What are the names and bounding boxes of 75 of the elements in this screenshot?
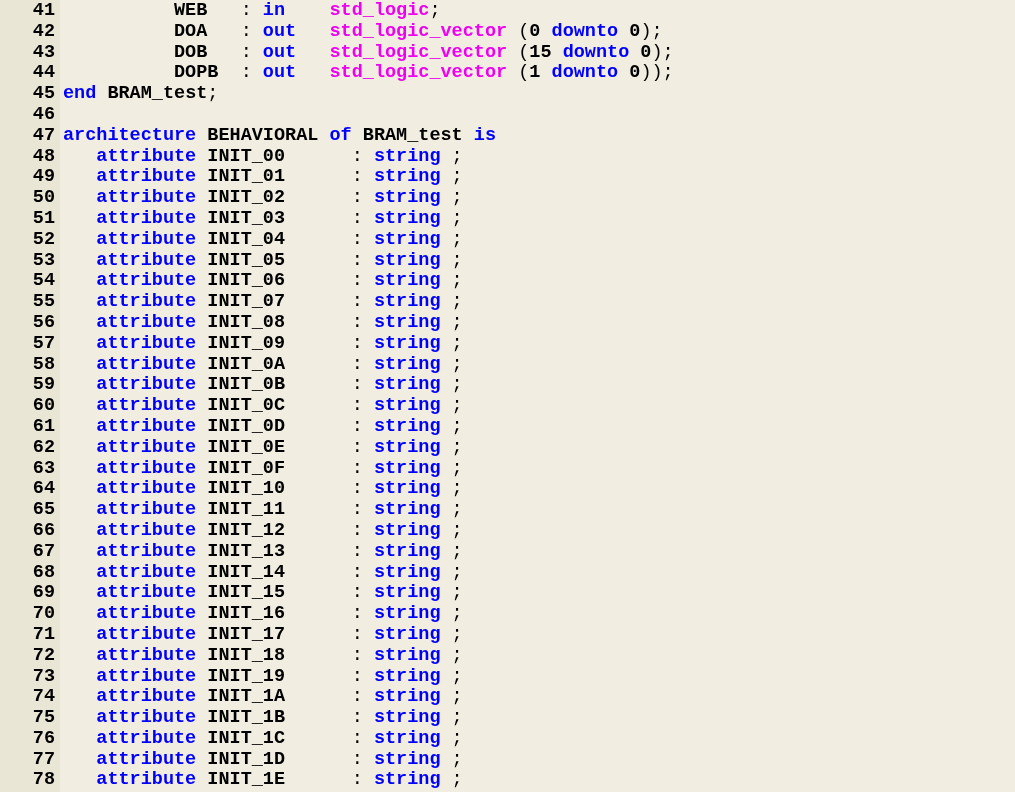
code-line: attribute INIT_08 : string ; [95,311,463,333]
line-number: 51 [31,208,56,230]
line-number: 60 [31,396,56,417]
line-number: 68 [31,562,56,584]
line-number: 63 [31,458,56,480]
code-line: attribute INIT_19 : string ; [95,665,463,687]
code-line: attribute INIT_12 : string ; [95,519,463,541]
code-line: attribute INIT_03 : string ; [95,207,463,229]
code-line: attribute INIT_1B : string ; [95,707,463,729]
line-number: 74 [31,687,56,709]
code-line: attribute INIT_10 : string ; [95,478,463,500]
line-number: 77 [31,749,56,771]
line-number: 44 [31,63,56,85]
line-number: 71 [31,624,56,646]
code-line: attribute INIT_02 : string ; [95,187,463,209]
code-line: end BRAM_test; [63,83,219,105]
line-number: 52 [31,229,56,251]
code-line: attribute INIT_14 : string ; [95,561,463,583]
line-number: 50 [31,188,56,209]
line-number: 72 [31,645,56,667]
line-number: 65 [31,500,56,521]
line-number: 64 [31,479,56,501]
line-number: 41 [31,1,56,22]
line-number: 69 [31,583,56,605]
code-line: attribute INIT_17 : string ; [95,623,463,645]
line-number: 58 [31,354,56,376]
code-line: WEB : in std_logic; [173,0,441,21]
line-number: 47 [31,125,56,147]
line-number: 55 [31,292,56,313]
code-line: DOA : out std_logic_vector (0 downto 0); [173,20,663,42]
code-line: attribute INIT_09 : string ; [95,332,463,354]
line-number: 57 [31,333,56,355]
code-line: attribute INIT_04 : string ; [95,228,463,250]
line-number: 59 [31,375,56,397]
code-line: attribute INIT_16 : string ; [95,603,463,625]
line-number: 70 [31,604,56,625]
code-line: attribute INIT_00 : string ; [95,145,463,167]
line-number: 76 [31,728,56,750]
code-line: DOPB : out std_logic_vector (1 downto 0)); [173,62,674,84]
code-line: attribute INIT_13 : string ; [95,540,463,562]
code-line: attribute INIT_11 : string ; [95,499,463,521]
line-number: 73 [31,666,56,688]
code-line: attribute INIT_15 : string ; [95,582,463,604]
line-number: 53 [31,250,56,272]
code-line: attribute INIT_05 : string ; [95,249,463,271]
line-number: 54 [31,271,56,293]
code-line: attribute INIT_06 : string ; [95,270,463,292]
code-line: attribute INIT_0A : string ; [95,353,463,375]
line-number: 75 [31,708,56,729]
code-line: attribute INIT_0E : string ; [95,436,463,458]
line-number: 43 [31,42,56,64]
code-line: attribute INIT_0D : string ; [95,415,463,437]
line-number: 66 [31,520,56,542]
line-number: 49 [31,167,56,189]
code-line: architecture BEHAVIORAL of BRAM_test is [63,124,496,146]
line-number: 48 [31,146,56,168]
code-line: attribute INIT_18 : string ; [95,644,463,666]
code-line: attribute INIT_0C : string ; [95,395,463,417]
line-number: 46 [31,105,56,126]
line-number: 62 [31,437,56,459]
code-line: attribute INIT_07 : string ; [95,291,463,313]
code-line: attribute INIT_1C : string ; [95,727,463,749]
line-number: 61 [31,416,56,438]
code-line: attribute INIT_1A : string ; [95,686,463,708]
code-line: attribute INIT_1D : string ; [95,748,463,770]
code-line: DOB : out std_logic_vector (15 downto 0); [173,41,674,63]
code-line: attribute INIT_1E : string ; [95,769,463,791]
code-line: attribute INIT_01 : string ; [95,166,463,188]
line-number: 45 [31,84,56,105]
line-number: 56 [31,312,56,334]
line-number: 78 [31,770,56,792]
line-number: 67 [31,541,56,563]
code-line: attribute INIT_0B : string ; [95,374,463,396]
line-number: 42 [31,21,56,43]
code-line: attribute INIT_0F : string ; [95,457,463,479]
